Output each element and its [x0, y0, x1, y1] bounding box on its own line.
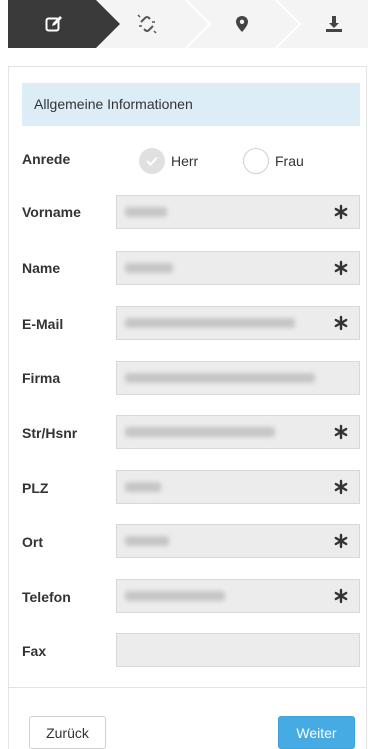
redacted-value — [125, 207, 167, 217]
telefon-input[interactable] — [116, 579, 360, 613]
required-asterisk-icon — [334, 479, 348, 495]
section-title: Allgemeine Informationen — [22, 83, 360, 126]
salutation-label: Anrede — [22, 151, 71, 167]
field-label-strasse: Str/Hsnr — [22, 425, 78, 441]
radio-frau-label: Frau — [275, 153, 304, 169]
name-input[interactable] — [116, 251, 360, 285]
vorname-input[interactable] — [116, 195, 360, 229]
redacted-value — [125, 373, 315, 383]
radio-checked-icon[interactable] — [139, 148, 165, 174]
field-label-email: E-Mail — [22, 316, 64, 332]
back-button[interactable]: Zurück — [29, 716, 106, 749]
radio-unchecked-icon[interactable] — [243, 148, 269, 174]
field-label-fax: Fax — [22, 643, 47, 659]
required-asterisk-icon — [334, 260, 348, 276]
required-asterisk-icon — [334, 588, 348, 604]
download-icon[interactable] — [323, 13, 345, 35]
unlink-icon[interactable] — [136, 13, 158, 35]
redacted-value — [125, 427, 275, 437]
field-label-ort: Ort — [22, 534, 43, 550]
required-asterisk-icon — [334, 533, 348, 549]
radio-herr[interactable]: Herr — [139, 146, 198, 176]
field-label-telefon: Telefon — [22, 589, 71, 605]
redacted-value — [125, 263, 173, 273]
progress-steps — [8, 0, 368, 48]
email-input[interactable] — [116, 306, 360, 340]
redacted-value — [125, 536, 169, 546]
next-button[interactable]: Weiter — [278, 716, 355, 749]
footer-divider — [8, 687, 367, 688]
edit-icon[interactable] — [43, 13, 65, 35]
field-label-firma: Firma — [22, 370, 61, 386]
map-marker-icon[interactable] — [231, 13, 253, 35]
required-asterisk-icon — [334, 204, 348, 220]
redacted-value — [125, 318, 295, 328]
field-label-plz: PLZ — [22, 480, 49, 496]
redacted-value — [125, 482, 161, 492]
required-asterisk-icon — [334, 315, 348, 331]
ort-input[interactable] — [116, 524, 360, 558]
radio-herr-label: Herr — [171, 153, 199, 169]
field-label-name: Name — [22, 260, 61, 276]
radio-frau[interactable]: Frau — [243, 146, 304, 176]
field-label-vorname: Vorname — [22, 204, 81, 220]
plz-input[interactable] — [116, 470, 360, 504]
firma-input[interactable] — [116, 361, 360, 395]
required-asterisk-icon — [334, 424, 348, 440]
street-input[interactable] — [116, 415, 360, 449]
fax-input[interactable] — [116, 633, 360, 667]
redacted-value — [125, 591, 225, 601]
